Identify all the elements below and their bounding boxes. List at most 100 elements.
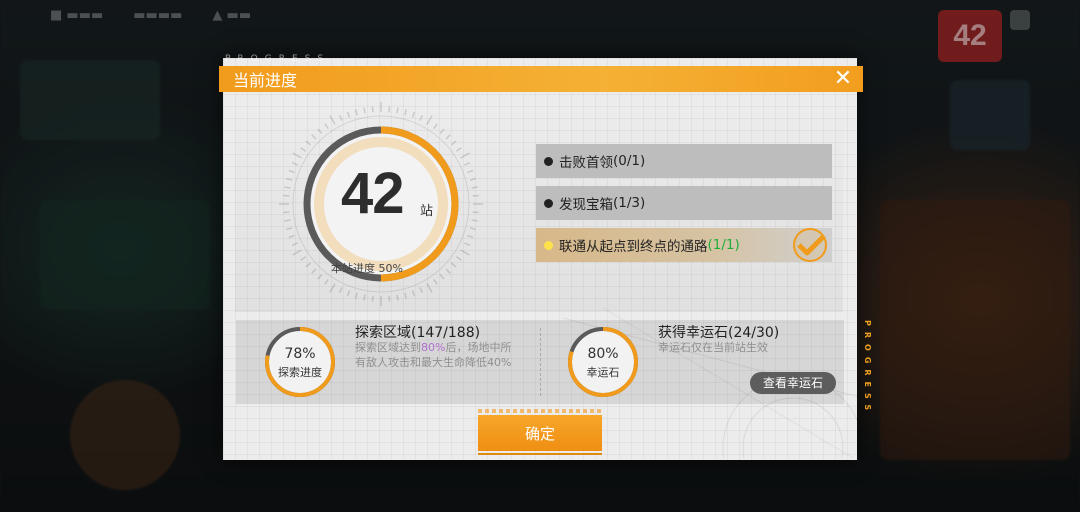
ring-tick (346, 111, 351, 118)
ring-tick (292, 249, 302, 256)
hud-item: ▬▬▬▬ (133, 8, 183, 23)
ring-tick (460, 249, 470, 256)
ring-tick (292, 152, 302, 159)
confirm-decoration (478, 409, 602, 413)
ring-tick (286, 227, 293, 231)
explore-desc-part: 探索区域达到 (355, 341, 421, 354)
objective-text: 发现宝箱 (559, 197, 613, 213)
explore-desc-highlight: 80% (421, 341, 446, 354)
dialog-title: 当前进度 (233, 71, 298, 90)
ring-tick (469, 227, 476, 231)
ring-tick (305, 140, 312, 146)
explore-desc-part: 后，场地中所 (445, 341, 512, 354)
ring-tick (450, 140, 457, 146)
ring-tick (464, 161, 471, 166)
ring-tick (469, 177, 476, 181)
ring-tick (311, 268, 317, 274)
ring-tick (283, 211, 290, 214)
ring-tick (300, 256, 307, 261)
progress-dialog: PROGRESS PROGRESS 当前进度 ✕ 42 站 本站进度 50% 击… (219, 54, 872, 460)
explore-description: 探索区域达到80%后，场地中所 有敌人攻击和最大生命降低40% (355, 340, 535, 370)
ring-tick (291, 242, 298, 247)
ring-tick (455, 147, 462, 152)
ring-tick (346, 290, 351, 297)
ring-tick (284, 186, 291, 189)
station-number: 42 (341, 161, 405, 226)
hud-item: ▲ ▬▬ (212, 8, 252, 23)
ring-tick (371, 295, 374, 302)
ring-tick (396, 107, 399, 114)
ring-tick (300, 147, 307, 152)
check-icon (793, 228, 827, 262)
ring-tick (404, 292, 408, 299)
objective-find-chests: 发现宝箱 (1/3) (536, 186, 832, 220)
ring-tick (388, 106, 391, 113)
ring-tick (426, 115, 433, 125)
ring-tick (445, 268, 451, 274)
ring-tick (467, 169, 474, 174)
ring-tick (419, 287, 424, 294)
ring-tick (439, 128, 445, 135)
ring-tick (288, 234, 295, 239)
ring-tick (305, 262, 312, 268)
ring-tick (354, 292, 358, 299)
close-button[interactable]: ✕ (831, 67, 855, 91)
progress-watermark: PROGRESS (225, 54, 331, 64)
station-progress-text: 本站进度 50% (331, 260, 431, 276)
ring-tick (419, 114, 424, 121)
close-icon: ✕ (833, 66, 853, 91)
luckstone-caption: 幸运石 (586, 366, 620, 379)
explore-percent: 78% (284, 346, 316, 362)
explore-desc-part: 有敌人攻击和最大生命降低40% (355, 356, 512, 369)
objective-connect-path: 联通从起点到终点的通路 (1/1) (536, 228, 832, 262)
ring-tick (288, 169, 295, 174)
luckstone-percent: 80% (587, 346, 619, 362)
explore-ring-graphic (265, 327, 335, 397)
hud-menu-icon (1010, 10, 1030, 30)
ring-tick (363, 107, 366, 114)
objective-defeat-boss: 击败首领 (0/1) (536, 144, 832, 178)
ring-tick (464, 242, 471, 247)
hud-topbar: ■ ▬▬▬ ▬▬▬▬ ▲ ▬▬ (50, 8, 251, 23)
ring-tick (324, 278, 329, 285)
objective-text: 联通从起点到终点的通路 (559, 239, 708, 255)
ring-tick (317, 273, 323, 280)
station-progress-value: 50% (378, 262, 403, 275)
ring-tick (371, 106, 374, 113)
station-unit: 站 (420, 204, 434, 219)
dialog-title-bar: 当前进度 ✕ (219, 66, 863, 92)
objective-count: (0/1) (613, 153, 646, 169)
station-progress-label: 本站进度 (331, 262, 375, 275)
luckstone-progress-ring: 80% 幸运石 (567, 326, 639, 398)
ring-tick (426, 283, 433, 293)
ring-tick (286, 177, 293, 181)
objective-bullet-icon (544, 156, 553, 166)
ring-tick (471, 186, 478, 189)
ring-tick (311, 134, 317, 140)
ring-tick (455, 256, 462, 261)
explore-progress-ring: 78% 探索进度 (264, 326, 336, 398)
ring-tick (354, 109, 358, 116)
ring-tick (329, 115, 336, 125)
ring-tick (388, 295, 391, 302)
ring-tick (404, 109, 408, 116)
side-progress-label: PROGRESS (863, 320, 872, 417)
ring-tick (329, 283, 336, 293)
ring-tick (445, 134, 451, 140)
ring-tick (460, 152, 470, 159)
confirm-button[interactable]: 确定 (478, 409, 602, 455)
explore-caption: 探索进度 (278, 366, 322, 379)
confirm-underline (478, 453, 602, 455)
ring-tick (472, 211, 479, 214)
ring-tick (450, 262, 457, 268)
ring-tick (411, 111, 416, 118)
ring-tick (324, 123, 329, 130)
ring-tick (396, 294, 399, 301)
ring-tick (433, 278, 438, 285)
stats-strip: 78% 探索进度 探索区域(147/188) 探索区域达到80%后，场地中所 有… (236, 320, 844, 404)
ring-tick (338, 287, 343, 294)
ring-tick (291, 161, 298, 166)
objective-text: 击败首领 (559, 155, 613, 171)
view-luckstones-button[interactable]: 查看幸运石 (750, 372, 836, 394)
ring-tick (433, 123, 438, 130)
